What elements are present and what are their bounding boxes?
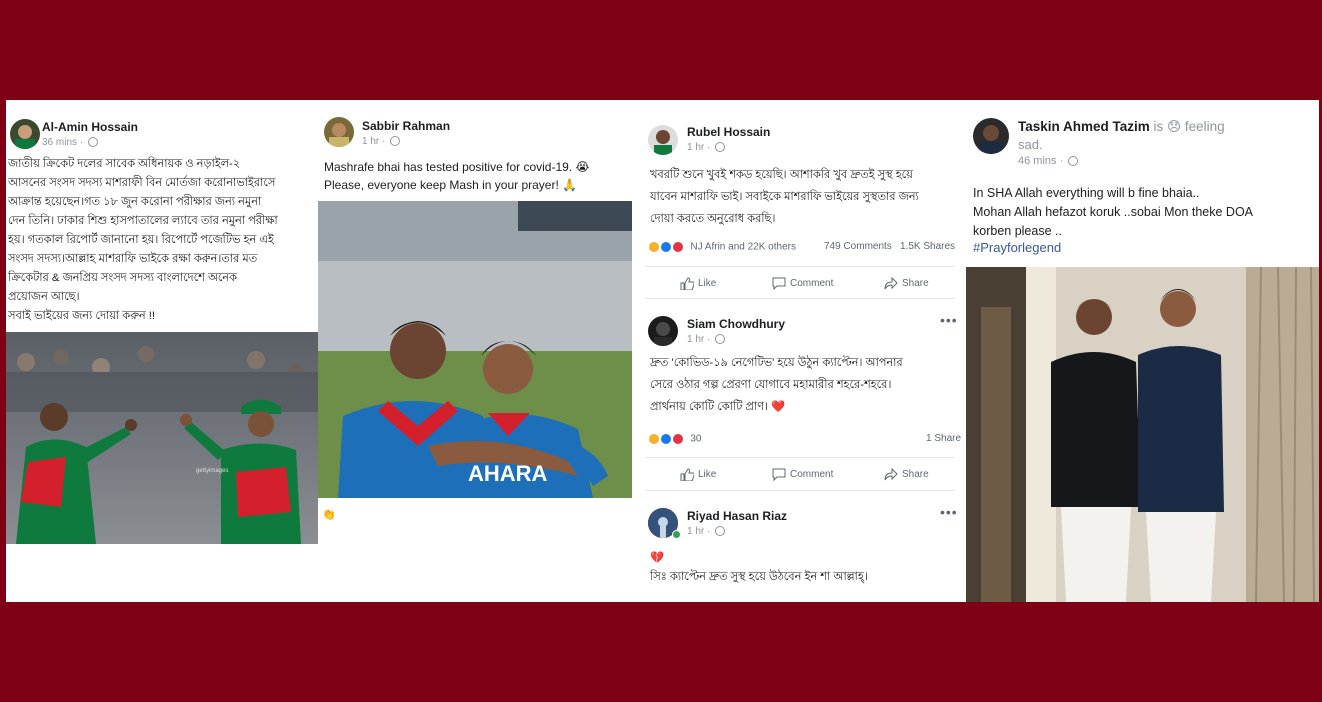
post-sabbir: Sabbir Rahman 1 hr · Mashrafe bhai has t…	[318, 100, 632, 602]
reaction-summary[interactable]: 30	[648, 433, 701, 445]
avatar[interactable]	[648, 125, 678, 155]
share-count[interactable]: 1 Share	[926, 433, 961, 444]
post-body: দ্রুত 'কোভিড-১৯ নেগেটিভ' হয়ে উঠুন ক্যাপ…	[650, 357, 903, 413]
feeling-status-cont: sad.	[1018, 137, 1043, 152]
author-name[interactable]: Siam Chowdhury	[687, 317, 785, 331]
post-photo[interactable]: gettyimages	[6, 332, 318, 544]
like-icon	[659, 433, 672, 445]
post-time[interactable]: 1 hr ·	[687, 526, 726, 537]
post-photo[interactable]	[966, 267, 1319, 602]
post-body: জাতীয় ক্রিকেট দলের সাবেক অধিনায়ক ও নড়…	[8, 158, 278, 322]
reaction-summary[interactable]: NJ Afrin and 22K others	[648, 241, 796, 253]
hashtag-link[interactable]: #Prayforlegend	[973, 240, 1061, 255]
post-time[interactable]: 1 hr ·	[687, 142, 726, 153]
comment-count[interactable]: 749 Comments	[824, 241, 892, 252]
globe-icon	[715, 334, 726, 345]
avatar[interactable]	[324, 117, 354, 147]
globe-icon	[1068, 156, 1079, 167]
more-options-icon[interactable]: •••	[940, 504, 958, 520]
divider	[646, 490, 954, 491]
haha-icon	[648, 433, 660, 445]
thumbs-up-icon	[680, 468, 695, 482]
author-name[interactable]: Sabbir Rahman	[362, 119, 450, 133]
haha-icon	[648, 241, 660, 253]
comment-icon	[772, 468, 786, 482]
post-time[interactable]: 36 mins ·	[42, 137, 98, 148]
comment-button[interactable]: Comment	[772, 277, 833, 291]
share-icon	[884, 467, 898, 481]
love-icon	[671, 241, 684, 253]
divider	[646, 457, 954, 458]
post-taskin: Taskin Ahmed Tazim is 😞 feeling sad. 46 …	[966, 100, 1319, 602]
feeling-status: is 😞 feeling	[1153, 119, 1225, 134]
like-button[interactable]: Like	[680, 277, 716, 291]
post-time[interactable]: 1 hr ·	[362, 136, 401, 147]
post-al-amin: Al-Amin Hossain 36 mins · জাতীয় ক্রিকেট…	[6, 100, 318, 602]
post-body: In SHA Allah everything will b fine bhai…	[973, 186, 1254, 238]
reaction-emoji: 👏	[322, 509, 336, 521]
post-body: খবরটি শুনে খুবই শকড হয়েছি। আশাকরি খুব দ…	[650, 169, 919, 225]
avatar[interactable]	[10, 119, 40, 149]
post-time[interactable]: 46 mins ·	[1018, 155, 1079, 167]
more-options-icon[interactable]: •••	[940, 312, 958, 328]
divider	[646, 266, 954, 267]
post-body: 💔 সিঃ ক্যাপ্টেন দ্রুত সুস্থ হয়ে উঠবেন ই…	[650, 552, 868, 583]
avatar[interactable]	[973, 118, 1009, 154]
share-button[interactable]: Share	[884, 276, 929, 290]
comment-button[interactable]: Comment	[772, 468, 833, 482]
comments-panel: Rubel Hossain 1 hr · খবরটি শুনে খুবই শকড…	[632, 100, 966, 602]
share-icon	[884, 276, 898, 290]
online-status-dot	[672, 530, 681, 539]
post-body: Mashrafe bhai has tested positive for co…	[324, 160, 590, 192]
like-button[interactable]: Like	[680, 468, 716, 482]
author-name[interactable]: Taskin Ahmed Tazim is 😞 feeling	[1018, 119, 1225, 135]
like-icon	[659, 241, 672, 253]
share-count[interactable]: 1.5K Shares	[900, 241, 955, 252]
comment-icon	[772, 277, 786, 291]
share-button[interactable]: Share	[884, 467, 929, 481]
svg-text:gettyimages: gettyimages	[196, 468, 228, 474]
globe-icon	[390, 136, 401, 147]
globe-icon	[87, 137, 98, 148]
post-photo[interactable]: AHARA	[318, 201, 632, 498]
globe-icon	[715, 142, 726, 153]
screenshot-collage: Al-Amin Hossain 36 mins · জাতীয় ক্রিকেট…	[6, 100, 1319, 602]
avatar[interactable]	[648, 316, 678, 346]
globe-icon	[715, 526, 726, 537]
divider	[646, 298, 954, 299]
thumbs-up-icon	[680, 277, 695, 291]
author-name[interactable]: Rubel Hossain	[687, 125, 770, 139]
jersey-text: AHARA	[468, 461, 548, 486]
author-name[interactable]: Al-Amin Hossain	[42, 120, 138, 134]
post-time[interactable]: 1 hr ·	[687, 334, 726, 345]
author-name[interactable]: Riyad Hasan Riaz	[687, 509, 787, 523]
love-icon	[671, 433, 684, 445]
